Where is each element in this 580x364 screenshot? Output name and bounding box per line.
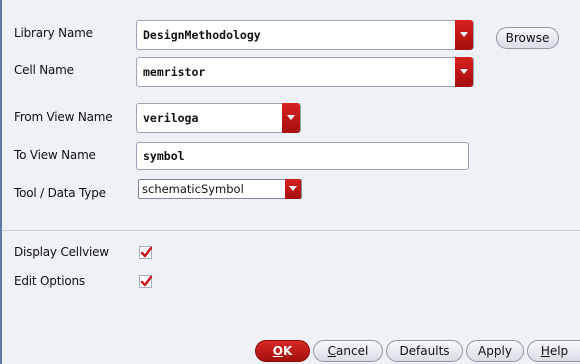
chevron-down-icon[interactable] xyxy=(455,57,473,87)
ok-button[interactable]: OK xyxy=(255,340,310,362)
ok-mnemonic: O xyxy=(272,344,283,358)
tool-data-type-label: Tool / Data Type xyxy=(14,186,106,200)
chevron-down-icon[interactable] xyxy=(285,179,301,199)
to-view-name-label: To View Name xyxy=(14,148,96,162)
library-name-value: DesignMethodology xyxy=(143,28,261,42)
library-name-combo[interactable]: DesignMethodology xyxy=(136,20,474,50)
dialog-body: Library Name DesignMethodology Browse Ce… xyxy=(0,0,580,364)
from-view-name-value: veriloga xyxy=(143,111,199,125)
section-divider xyxy=(2,230,580,231)
checkmark-icon xyxy=(140,275,153,287)
apply-label: Apply xyxy=(478,344,512,358)
cancel-rest: ancel xyxy=(336,344,369,358)
cancel-mnemonic: C xyxy=(327,344,337,358)
edit-options-checkbox[interactable] xyxy=(139,275,153,288)
from-view-name-combo[interactable]: veriloga xyxy=(136,103,301,133)
ok-rest: K xyxy=(282,344,293,358)
cell-name-label: Cell Name xyxy=(14,63,74,77)
to-view-name-input[interactable]: symbol xyxy=(136,142,469,170)
display-cellview-label: Display Cellview xyxy=(14,245,109,259)
chevron-down-icon[interactable] xyxy=(455,20,473,50)
chevron-down-icon[interactable] xyxy=(282,103,300,133)
defaults-button[interactable]: Defaults xyxy=(386,340,463,362)
cancel-button[interactable]: Cancel xyxy=(313,340,383,362)
to-view-name-value: symbol xyxy=(143,149,185,163)
apply-button[interactable]: Apply xyxy=(466,340,524,362)
help-button[interactable]: Help xyxy=(527,340,580,362)
defaults-label: Defaults xyxy=(399,344,450,358)
checkmark-icon xyxy=(140,246,153,258)
help-rest: elp xyxy=(549,344,569,358)
browse-button[interactable]: Browse xyxy=(496,27,559,49)
display-cellview-checkbox[interactable] xyxy=(139,246,153,259)
tool-data-type-combo[interactable]: schematicSymbol xyxy=(138,179,302,199)
library-name-label: Library Name xyxy=(14,26,93,40)
edit-options-label: Edit Options xyxy=(14,274,85,288)
tool-data-type-value: schematicSymbol xyxy=(142,182,244,196)
from-view-name-label: From View Name xyxy=(14,110,113,124)
browse-button-label: Browse xyxy=(505,31,550,45)
cell-name-combo[interactable]: memristor xyxy=(136,57,474,87)
cell-name-value: memristor xyxy=(143,65,206,79)
help-mnemonic: H xyxy=(540,344,550,358)
